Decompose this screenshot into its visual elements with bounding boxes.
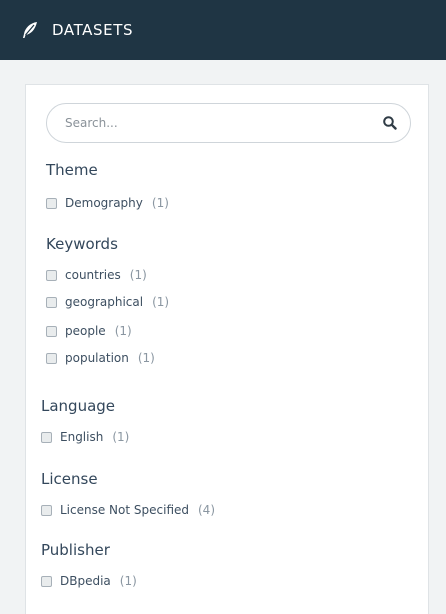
facet-item-label: geographical	[65, 295, 144, 309]
facet-title-publisher: Publisher	[41, 541, 110, 559]
checkbox[interactable]	[41, 504, 52, 516]
facet-item[interactable]: countries (1)	[46, 266, 147, 284]
search-box	[46, 103, 411, 143]
facet-item-label: population	[65, 351, 129, 365]
checkbox[interactable]	[46, 269, 57, 281]
facet-item-count: (1)	[152, 295, 170, 309]
facet-item-count: (4)	[198, 503, 215, 517]
search-input[interactable]	[65, 104, 365, 142]
facet-item-count: (1)	[129, 268, 147, 282]
facet-item-count: (1)	[137, 351, 155, 365]
facet-item[interactable]: geographical (1)	[46, 293, 169, 311]
facet-item-count: (1)	[114, 324, 132, 338]
facet-panel: Theme Demography (1) Keywords countries …	[25, 84, 429, 614]
facet-item-label: English	[60, 430, 104, 444]
facet-item-label: countries	[65, 268, 121, 282]
checkbox[interactable]	[46, 296, 57, 308]
facet-title-language: Language	[41, 397, 116, 415]
facet-item-count: (1)	[112, 430, 130, 444]
checkbox[interactable]	[46, 352, 57, 364]
checkbox[interactable]	[46, 197, 57, 209]
checkbox[interactable]	[41, 575, 52, 587]
feather-icon	[20, 20, 40, 40]
facet-title-theme: Theme	[46, 161, 98, 179]
page-title: DATASETS	[52, 21, 134, 39]
facet-item[interactable]: License Not Specified (4)	[41, 501, 215, 519]
facet-item-count: (1)	[119, 574, 137, 588]
top-bar: DATASETS	[0, 0, 446, 60]
facet-title-keywords: Keywords	[46, 235, 118, 253]
facet-item-label: DBpedia	[60, 574, 111, 588]
facet-item-count: (1)	[151, 196, 169, 210]
search-icon[interactable]	[382, 115, 398, 131]
facet-item-label: Demography	[65, 196, 143, 210]
checkbox[interactable]	[41, 431, 52, 443]
facet-item[interactable]: DBpedia (1)	[41, 572, 137, 590]
facet-item[interactable]: population (1)	[46, 349, 155, 367]
checkbox[interactable]	[46, 325, 57, 337]
facet-item-label: License Not Specified	[60, 503, 189, 517]
facet-item-label: people	[65, 324, 106, 338]
facet-item[interactable]: people (1)	[46, 322, 132, 340]
facet-item[interactable]: Demography (1)	[46, 194, 169, 212]
facet-title-license: License	[41, 470, 98, 488]
facet-item[interactable]: English (1)	[41, 428, 129, 446]
